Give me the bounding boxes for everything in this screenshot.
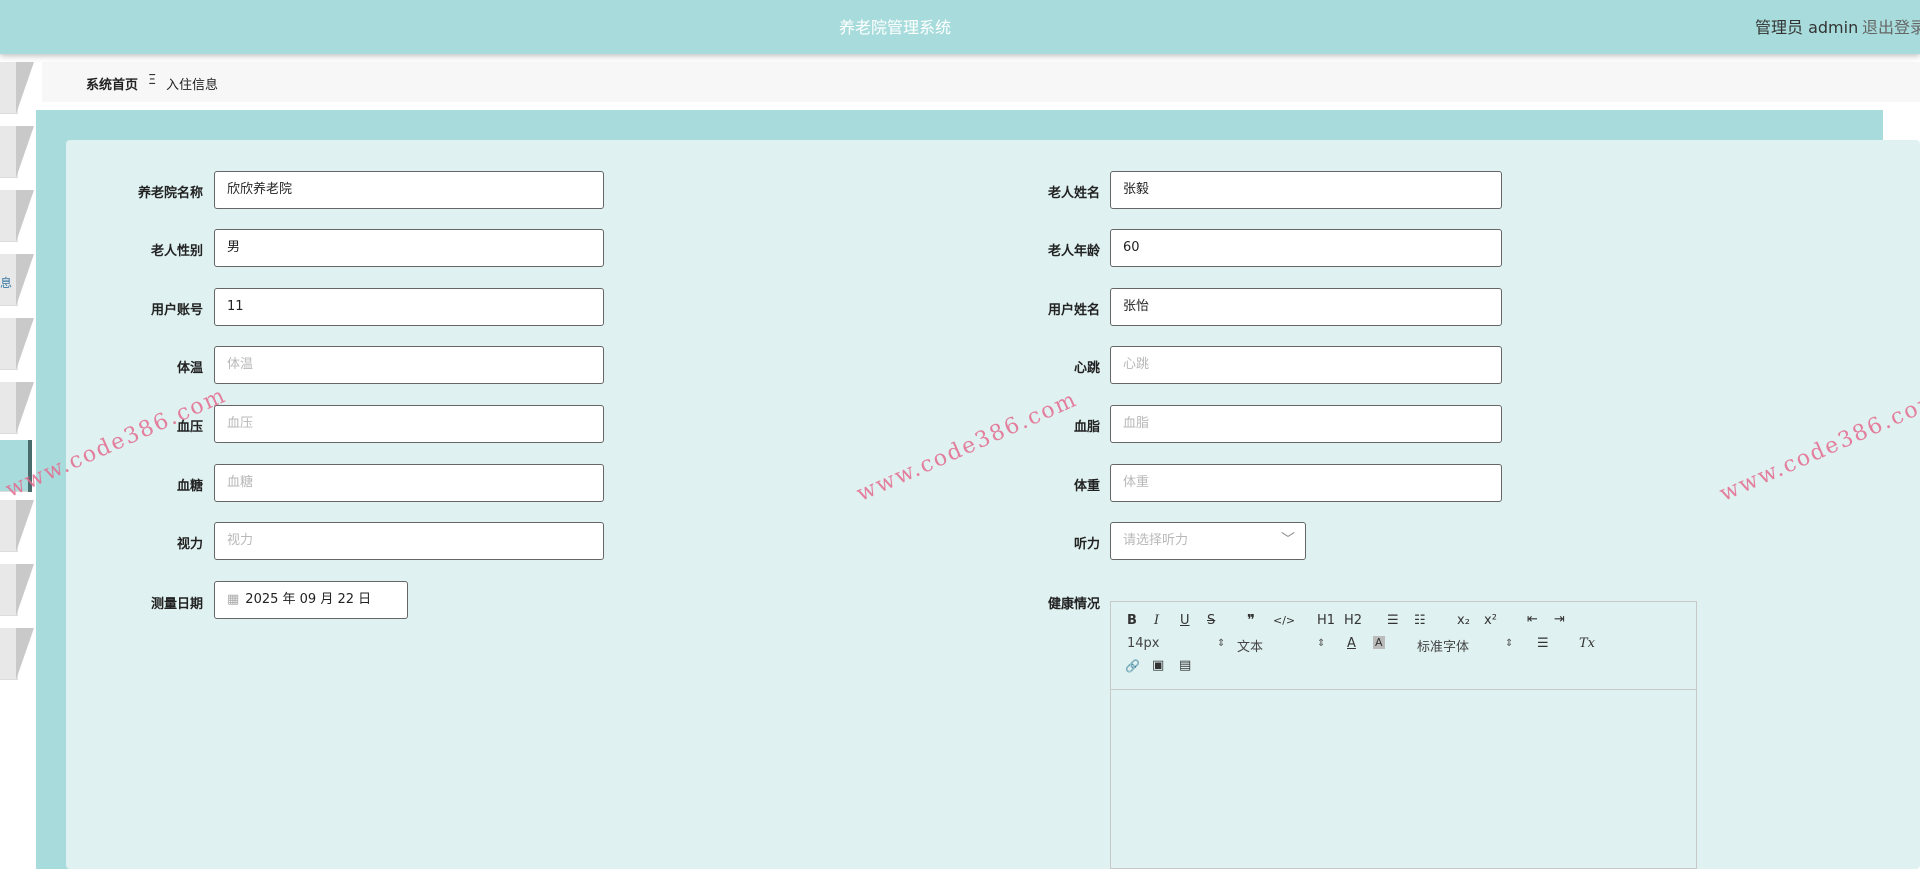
app-title: 养老院管理系统	[838, 18, 951, 37]
font-family-select[interactable]: 标准字体 ⇕	[1417, 636, 1513, 655]
font-size-select[interactable]: 14px ⇕	[1127, 636, 1225, 654]
link-button[interactable]: 🔗	[1125, 659, 1140, 673]
measure-date-value: 2025 年 09 月 22 日	[245, 592, 372, 607]
breadcrumb-separator: Ξ	[148, 73, 157, 88]
underline-button[interactable]: U	[1180, 613, 1190, 628]
sidebar-item[interactable]	[0, 190, 36, 244]
hearing-select-placeholder: 请选择听力	[1123, 533, 1189, 548]
video-button[interactable]: ▤	[1179, 658, 1191, 673]
italic-button[interactable]: I	[1154, 613, 1159, 628]
blockquote-button[interactable]: ❞	[1247, 611, 1255, 629]
heartbeat-input[interactable]: 心跳	[1110, 346, 1502, 384]
clear-format-button[interactable]: Tx	[1579, 636, 1595, 651]
measure-date-label: 测量日期	[150, 597, 203, 612]
elder-age-label: 老人年龄	[1047, 244, 1100, 259]
temperature-label: 体温	[176, 361, 203, 376]
align-button[interactable]: ☰	[1537, 636, 1549, 651]
user-account-label: 用户账号	[150, 303, 203, 318]
user-name-label: 用户姓名	[1047, 303, 1100, 318]
sidebar-item[interactable]	[0, 318, 36, 372]
breadcrumb: 系统首页 Ξ 入住信息	[42, 62, 1920, 102]
blood-sugar-label: 血糖	[176, 479, 203, 494]
hearing-label: 听力	[1073, 537, 1100, 552]
hearing-select[interactable]: 请选择听力 ﹀	[1110, 522, 1306, 560]
block-format-value: 文本	[1237, 640, 1264, 655]
blood-lipid-input[interactable]: 血脂	[1110, 405, 1502, 443]
sidebar-item-label: 息	[0, 276, 13, 290]
breadcrumb-home[interactable]: 系统首页	[86, 74, 138, 93]
outdent-button[interactable]: ⇤	[1527, 612, 1538, 627]
temperature-input[interactable]: 体温	[214, 346, 604, 384]
image-button[interactable]: ▣	[1152, 658, 1164, 673]
sidebar-item[interactable]	[0, 382, 36, 436]
breadcrumb-current: 入住信息	[166, 78, 219, 93]
logout-link[interactable]: 退出登录	[1862, 14, 1920, 38]
current-user: 管理员 admin	[1755, 18, 1859, 37]
sidebar-item[interactable]	[0, 628, 36, 682]
editor-content-area[interactable]	[1111, 690, 1696, 868]
strikethrough-button[interactable]: S	[1207, 613, 1215, 628]
select-arrow-icon: ⇕	[1317, 638, 1326, 649]
editor-toolbar: B I U S ❞ </> H1 H2 ☰ ☷ x₂ x² ⇤ ⇥ 14px ⇕ …	[1111, 602, 1696, 690]
sidebar-item[interactable]	[0, 126, 36, 180]
subscript-button[interactable]: x₂	[1457, 613, 1470, 628]
sidebar-item[interactable]: 息	[0, 254, 36, 308]
ordered-list-button[interactable]: ☰	[1387, 613, 1399, 628]
heartbeat-label: 心跳	[1073, 361, 1100, 376]
elder-age-input[interactable]: 60	[1110, 229, 1502, 267]
select-arrow-icon: ⇕	[1505, 638, 1514, 649]
vision-input[interactable]: 视力	[214, 522, 604, 560]
sidebar-item[interactable]	[0, 62, 36, 116]
background-color-button[interactable]: A	[1373, 636, 1385, 649]
heading2-button[interactable]: H2	[1344, 613, 1362, 628]
chevron-down-icon: ﹀	[1281, 532, 1295, 548]
user-account-input[interactable]: 11	[214, 288, 604, 326]
blood-sugar-input[interactable]: 血糖	[214, 464, 604, 502]
font-size-value: 14px	[1127, 636, 1160, 651]
vision-label: 视力	[176, 537, 203, 552]
weight-label: 体重	[1073, 479, 1100, 494]
font-family-value: 标准字体	[1417, 640, 1470, 655]
sidebar-item[interactable]	[0, 564, 36, 618]
indent-button[interactable]: ⇥	[1554, 612, 1565, 627]
health-status-editor: B I U S ❞ </> H1 H2 ☰ ☷ x₂ x² ⇤ ⇥ 14px ⇕ …	[1110, 601, 1697, 869]
top-header: 养老院管理系统 管理员 admin 退出登录	[0, 0, 1920, 54]
heading1-button[interactable]: H1	[1317, 613, 1335, 628]
sidebar: 息	[0, 54, 36, 869]
bullet-list-button[interactable]: ☷	[1414, 613, 1426, 628]
calendar-icon: ▦	[227, 592, 240, 607]
weight-input[interactable]: 体重	[1110, 464, 1502, 502]
font-color-button[interactable]: A	[1347, 636, 1356, 651]
measure-date-picker[interactable]: ▦ 2025 年 09 月 22 日	[214, 581, 408, 619]
sidebar-item[interactable]	[0, 500, 36, 554]
block-format-select[interactable]: 文本 ⇕	[1237, 636, 1325, 655]
superscript-button[interactable]: x²	[1484, 613, 1497, 628]
health-status-label: 健康情况	[1047, 597, 1100, 612]
elder-name-input[interactable]: 张毅	[1110, 171, 1502, 209]
blood-pressure-input[interactable]: 血压	[214, 405, 604, 443]
code-block-button[interactable]: </>	[1273, 614, 1295, 627]
elder-gender-input[interactable]: 男	[214, 229, 604, 267]
nursing-home-name-label: 养老院名称	[137, 186, 203, 201]
nursing-home-name-input[interactable]: 欣欣养老院	[214, 171, 604, 209]
elder-name-label: 老人姓名	[1047, 186, 1100, 201]
bold-button[interactable]: B	[1127, 613, 1137, 628]
elder-gender-label: 老人性别	[150, 244, 203, 259]
select-arrow-icon: ⇕	[1217, 638, 1226, 649]
user-name-input[interactable]: 张怡	[1110, 288, 1502, 326]
